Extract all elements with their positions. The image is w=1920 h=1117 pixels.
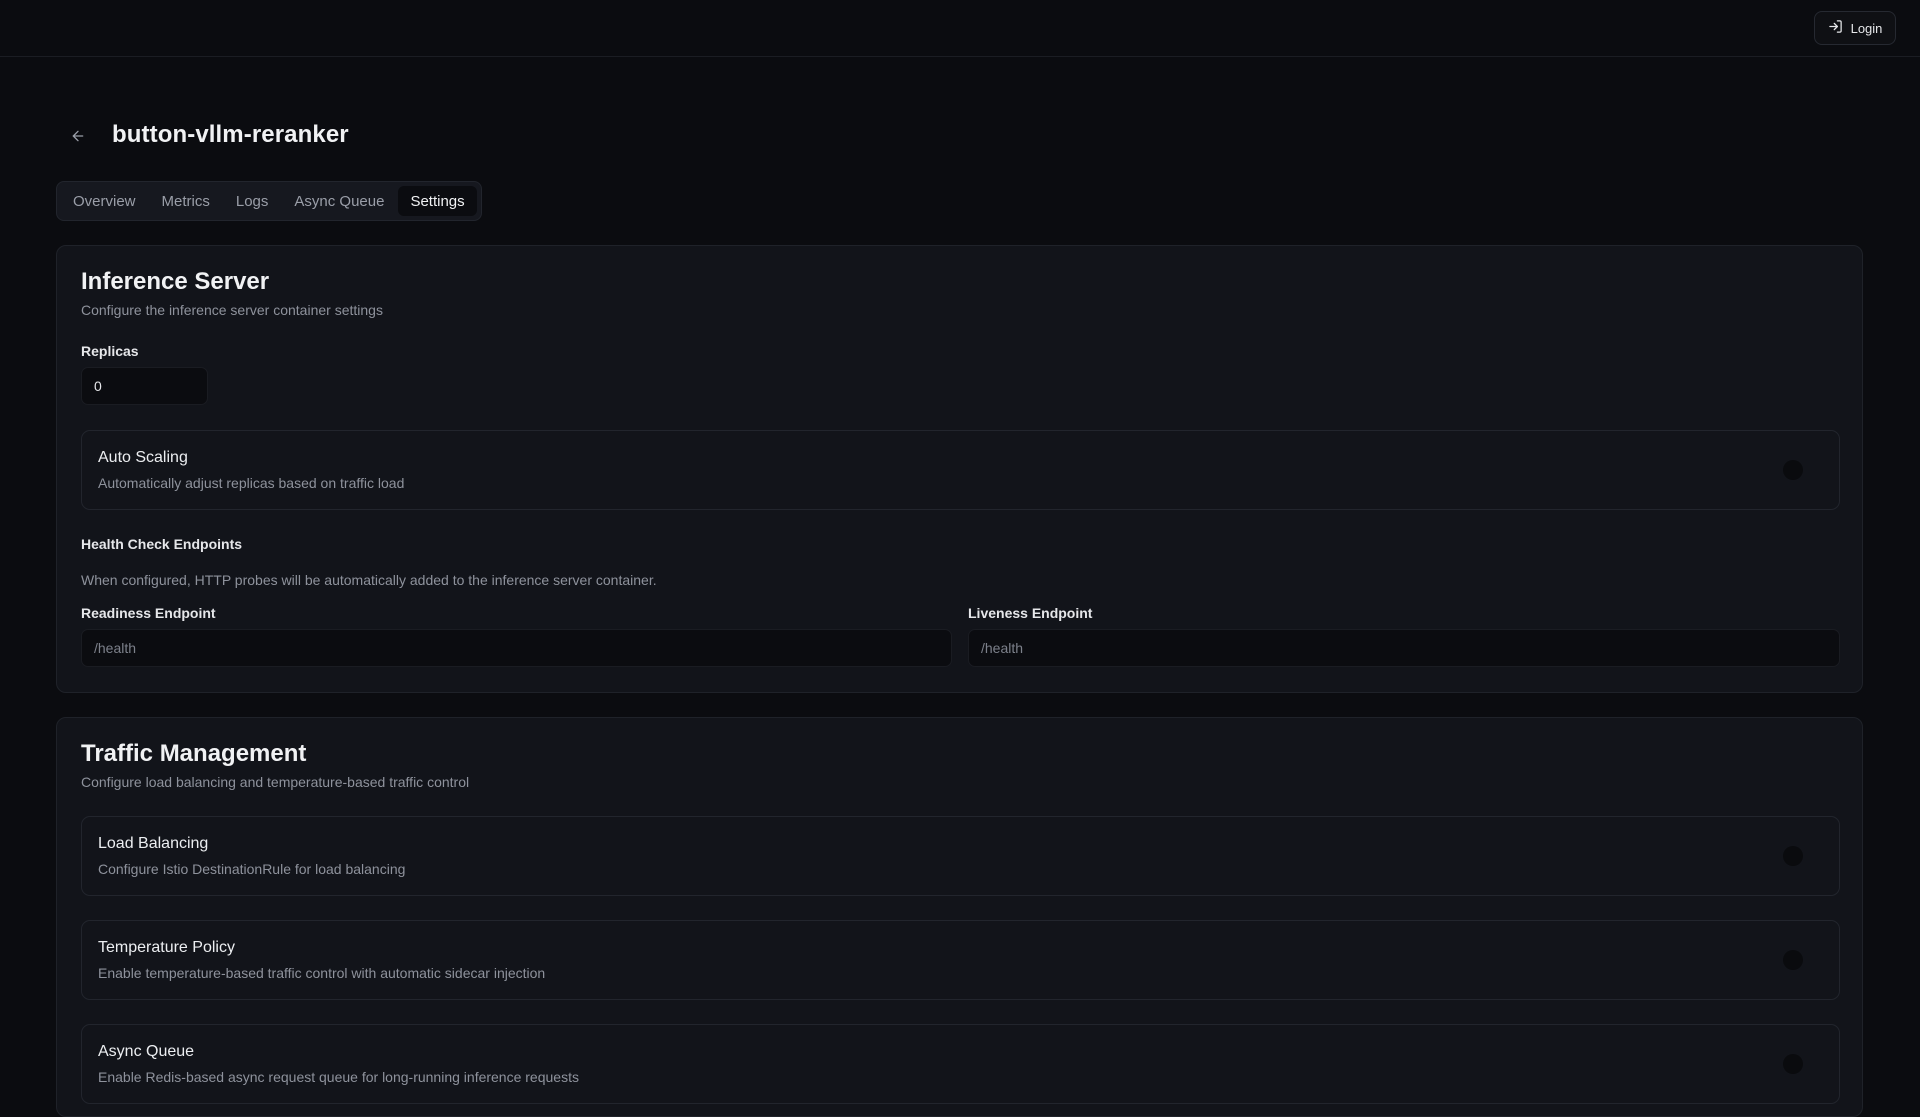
auto-scaling-title: Auto Scaling [98, 449, 188, 466]
temperature-policy-description: Enable temperature-based traffic control… [98, 965, 546, 981]
liveness-endpoint-label: Liveness Endpoint [968, 605, 1093, 621]
liveness-endpoint-input[interactable] [968, 629, 1840, 667]
tab-metrics[interactable]: Metrics [150, 186, 222, 216]
auto-scaling-row: Auto Scaling Automatically adjust replic… [81, 430, 1840, 510]
temperature-policy-toggle[interactable] [1783, 950, 1803, 970]
auto-scaling-description: Automatically adjust replicas based on t… [98, 475, 405, 491]
temperature-policy-row: Temperature Policy Enable temperature-ba… [81, 920, 1840, 1000]
async-queue-row: Async Queue Enable Redis-based async req… [81, 1024, 1840, 1104]
health-check-note: When configured, HTTP probes will be aut… [81, 572, 657, 588]
log-in-icon [1828, 19, 1843, 37]
tab-logs[interactable]: Logs [224, 186, 281, 216]
readiness-endpoint-input[interactable] [81, 629, 952, 667]
login-button[interactable]: Login [1814, 11, 1896, 45]
tab-overview[interactable]: Overview [61, 186, 148, 216]
back-button[interactable] [56, 116, 100, 160]
load-balancing-row: Load Balancing Configure Istio Destinati… [81, 816, 1840, 896]
page-header: button-vllm-reranker [56, 110, 349, 160]
page-title: button-vllm-reranker [112, 121, 349, 148]
health-check-heading: Health Check Endpoints [81, 536, 243, 552]
readiness-endpoint-label: Readiness Endpoint [81, 605, 216, 621]
tab-settings[interactable]: Settings [398, 186, 477, 216]
load-balancing-title: Load Balancing [98, 835, 209, 852]
arrow-left-icon [70, 128, 86, 149]
load-balancing-toggle[interactable] [1783, 846, 1803, 866]
load-balancing-description: Configure Istio DestinationRule for load… [98, 861, 406, 877]
top-bar: Login [0, 0, 1920, 57]
async-queue-toggle[interactable] [1783, 1054, 1803, 1074]
inference-server-title: Inference Server [81, 268, 270, 295]
replicas-label: Replicas [81, 343, 139, 359]
temperature-policy-title: Temperature Policy [98, 939, 235, 956]
auto-scaling-toggle[interactable] [1783, 460, 1803, 480]
async-queue-title: Async Queue [98, 1043, 195, 1060]
tab-bar: Overview Metrics Logs Async Queue Settin… [56, 181, 482, 221]
tab-async-queue[interactable]: Async Queue [282, 186, 396, 216]
traffic-management-card: Traffic Management Configure load balanc… [56, 717, 1863, 1117]
async-queue-description: Enable Redis-based async request queue f… [98, 1069, 579, 1085]
replicas-input[interactable] [81, 367, 208, 405]
traffic-management-description: Configure load balancing and temperature… [81, 774, 470, 790]
traffic-management-title: Traffic Management [81, 740, 307, 767]
inference-server-description: Configure the inference server container… [81, 302, 383, 318]
login-label: Login [1850, 20, 1883, 36]
inference-server-card: Inference Server Configure the inference… [56, 245, 1863, 693]
